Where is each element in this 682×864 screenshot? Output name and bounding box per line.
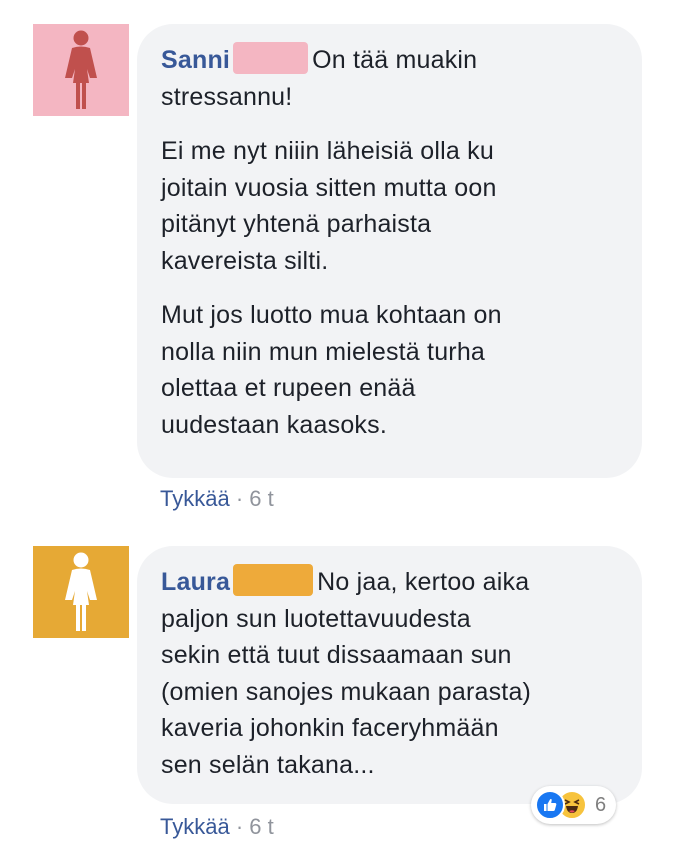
reactions-summary[interactable]: 6 xyxy=(531,786,617,824)
like-icon xyxy=(535,790,565,820)
comment-text-line: On tää muakin xyxy=(312,46,478,74)
timestamp[interactable]: 6 t xyxy=(249,814,273,839)
comment-text-line: (omien sanojes mukaan parasta) xyxy=(161,677,532,706)
comment-text-line: Mut jos luotto mua kohtaan on xyxy=(161,301,502,329)
comment-actions: Tykkää · 6 t xyxy=(160,814,274,840)
comment-actions: Tykkää · 6 t xyxy=(160,486,274,512)
comment-bubble: Sanni On tää muakin stressannu! Ei me nyt… xyxy=(137,24,642,478)
comment-text-line: paljon sun luotettavuudesta xyxy=(161,604,471,633)
separator: · xyxy=(235,486,244,511)
female-person-icon xyxy=(65,552,97,631)
redacted-surname xyxy=(233,42,309,74)
comment-text-line: uudestaan kaasoks. xyxy=(161,410,387,439)
comment-text-line: kaveria johonkin faceryhmään xyxy=(161,714,499,742)
separator: · xyxy=(235,814,244,839)
reaction-count: 6 xyxy=(595,793,607,816)
author-name-link[interactable]: Laura xyxy=(161,568,230,596)
female-person-icon xyxy=(65,30,97,109)
comment-text-line: kavereista silti. xyxy=(161,246,329,275)
like-link[interactable]: Tykkää xyxy=(160,486,230,511)
like-link[interactable]: Tykkää xyxy=(160,814,230,839)
comment-bubble: Laura No jaa, kertoo aika paljon sun luot… xyxy=(137,546,642,804)
comment-text-line: sekin että tuut dissaamaan sun xyxy=(161,641,512,669)
avatar-laura[interactable] xyxy=(33,546,129,638)
timestamp[interactable]: 6 t xyxy=(249,486,273,511)
comment-text-line: olettaa et rupeen enää xyxy=(161,374,416,402)
comment-text-line: joitain vuosia sitten mutta oon xyxy=(161,173,497,202)
comment-text-line: stressannu! xyxy=(161,82,293,111)
comment-text-line: nolla niin mun mielestä turha xyxy=(161,337,486,366)
avatar-sanni[interactable] xyxy=(33,24,129,116)
comment-text-line: Ei me nyt niiin läheisiä olla ku xyxy=(161,137,494,165)
redacted-surname xyxy=(233,564,314,596)
author-name-link[interactable]: Sanni xyxy=(161,46,230,74)
comment-text-line: sen selän takana... xyxy=(161,750,375,779)
comment-text-line: pitänyt yhtenä parhaista xyxy=(161,210,432,238)
comment-text-line: No jaa, kertoo aika xyxy=(317,568,530,596)
